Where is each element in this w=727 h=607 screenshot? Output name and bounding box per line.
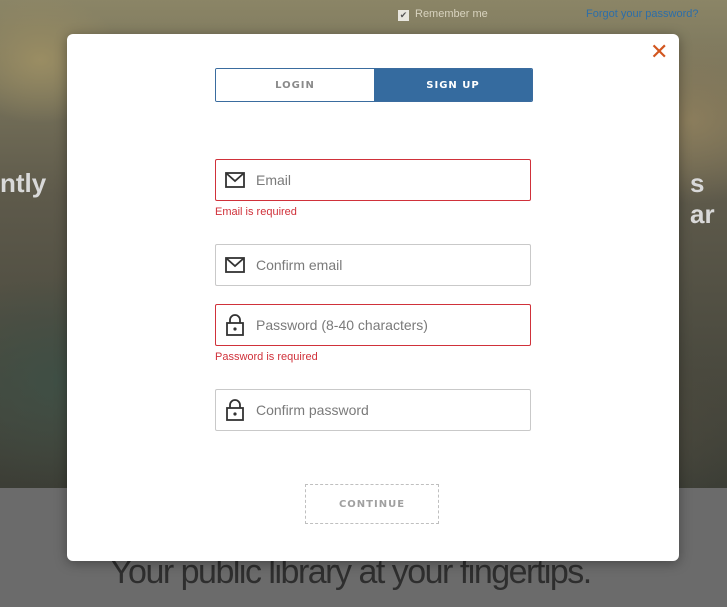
confirm-password-input[interactable] — [256, 390, 530, 430]
hero-text-left: ntly — [0, 168, 47, 198]
confirm-password-field[interactable] — [215, 389, 531, 431]
envelope-icon — [224, 254, 246, 276]
checkbox-check-icon: ✔ — [398, 10, 409, 21]
confirm-email-input[interactable] — [256, 245, 530, 285]
password-input[interactable] — [256, 305, 530, 345]
signup-modal: ✕ LOGIN SIGN UP Email is required Passwo… — [67, 34, 679, 561]
auth-tabs: LOGIN SIGN UP — [215, 68, 533, 102]
forgot-password-link[interactable]: Forgot your password? — [586, 8, 699, 20]
envelope-icon — [224, 169, 246, 191]
email-input[interactable] — [256, 160, 530, 200]
hero-text-right: s ar — [690, 168, 715, 229]
continue-button[interactable]: CONTINUE — [305, 484, 439, 524]
password-field[interactable] — [215, 304, 531, 346]
close-icon[interactable]: ✕ — [650, 40, 668, 66]
email-field[interactable] — [215, 159, 531, 201]
tab-login[interactable]: LOGIN — [216, 69, 374, 101]
remember-me-label: Remember me — [415, 8, 488, 20]
email-error-message: Email is required — [215, 206, 297, 218]
remember-me-checkbox[interactable]: ✔ Remember me — [398, 8, 488, 21]
lock-icon — [224, 399, 246, 421]
confirm-email-field[interactable] — [215, 244, 531, 286]
tab-signup[interactable]: SIGN UP — [374, 69, 532, 101]
lock-icon — [224, 314, 246, 336]
password-error-message: Password is required — [215, 351, 318, 363]
